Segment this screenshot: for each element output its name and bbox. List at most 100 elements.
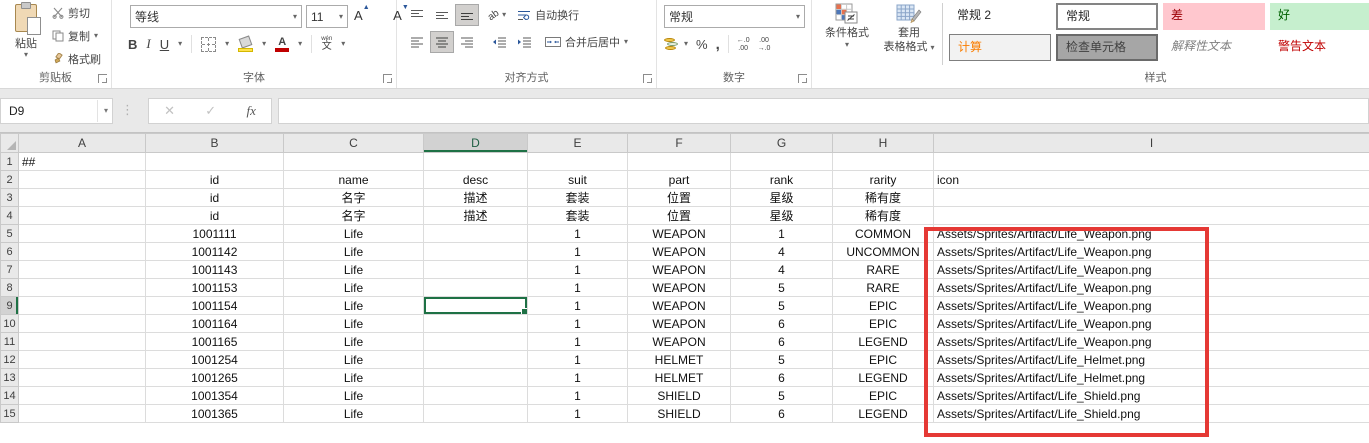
cell-H3[interactable]: 稀有度 bbox=[833, 189, 934, 207]
font-name-caret-icon[interactable]: ▾ bbox=[293, 13, 297, 21]
cell-I14[interactable]: Assets/Sprites/Artifact/Life_Shield.png bbox=[934, 387, 1369, 405]
cell-I10[interactable]: Assets/Sprites/Artifact/Life_Weapon.png bbox=[934, 315, 1369, 333]
column-header-F[interactable]: F bbox=[628, 134, 731, 153]
cell-E9[interactable]: 1 bbox=[528, 297, 628, 315]
cell-B15[interactable]: 1001365 bbox=[146, 405, 284, 423]
cell-F15[interactable]: SHIELD bbox=[628, 405, 731, 423]
cell-I3[interactable] bbox=[934, 189, 1369, 207]
cell-D5[interactable] bbox=[424, 225, 528, 243]
percent-style-button[interactable]: % bbox=[696, 37, 708, 52]
number-dialog-launcher[interactable] bbox=[798, 74, 807, 83]
cell-H9[interactable]: EPIC bbox=[833, 297, 934, 315]
cell-D4[interactable]: 描述 bbox=[424, 207, 528, 225]
row-header-2[interactable]: 2 bbox=[1, 171, 19, 189]
cell-H7[interactable]: RARE bbox=[833, 261, 934, 279]
cell-style-good[interactable]: 好 bbox=[1270, 3, 1369, 30]
cell-F13[interactable]: HELMET bbox=[628, 369, 731, 387]
cell-A7[interactable] bbox=[19, 261, 146, 279]
cell-I4[interactable] bbox=[934, 207, 1369, 225]
cell-E10[interactable]: 1 bbox=[528, 315, 628, 333]
cell-F14[interactable]: SHIELD bbox=[628, 387, 731, 405]
cell-G14[interactable]: 5 bbox=[731, 387, 833, 405]
cell-C8[interactable]: Life bbox=[284, 279, 424, 297]
orientation-button[interactable]: ab ▾ bbox=[488, 10, 506, 21]
column-header-I[interactable]: I bbox=[934, 134, 1369, 153]
copy-caret-icon[interactable]: ▾ bbox=[94, 32, 98, 40]
cell-A13[interactable] bbox=[19, 369, 146, 387]
row-header-3[interactable]: 3 bbox=[1, 189, 19, 207]
cell-E15[interactable]: 1 bbox=[528, 405, 628, 423]
cell-D12[interactable] bbox=[424, 351, 528, 369]
borders-button[interactable] bbox=[201, 37, 216, 52]
font-dialog-launcher[interactable] bbox=[383, 74, 392, 83]
accounting-format-button[interactable]: ▾ bbox=[664, 37, 688, 51]
cell-I9[interactable]: Assets/Sprites/Artifact/Life_Weapon.png bbox=[934, 297, 1369, 315]
cell-B13[interactable]: 1001265 bbox=[146, 369, 284, 387]
paste-caret-icon[interactable]: ▾ bbox=[24, 51, 28, 59]
cell-D10[interactable] bbox=[424, 315, 528, 333]
cell-G15[interactable]: 6 bbox=[731, 405, 833, 423]
orientation-caret-icon[interactable]: ▾ bbox=[502, 11, 506, 19]
row-header-1[interactable]: 1 bbox=[1, 153, 19, 171]
underline-button[interactable]: U bbox=[160, 37, 169, 52]
column-header-C[interactable]: C bbox=[284, 134, 424, 153]
cancel-button[interactable]: ✕ bbox=[164, 103, 175, 119]
cell-F10[interactable]: WEAPON bbox=[628, 315, 731, 333]
cell-D2[interactable]: desc bbox=[424, 171, 528, 189]
cell-H14[interactable]: EPIC bbox=[833, 387, 934, 405]
cell-style-normal-2[interactable]: 常规 2 bbox=[949, 3, 1051, 30]
cell-A6[interactable] bbox=[19, 243, 146, 261]
cell-I6[interactable]: Assets/Sprites/Artifact/Life_Weapon.png bbox=[934, 243, 1369, 261]
cell-H1[interactable] bbox=[833, 153, 934, 171]
cell-I15[interactable]: Assets/Sprites/Artifact/Life_Shield.png bbox=[934, 405, 1369, 423]
cell-G10[interactable]: 6 bbox=[731, 315, 833, 333]
cell-C2[interactable]: name bbox=[284, 171, 424, 189]
cell-A10[interactable] bbox=[19, 315, 146, 333]
cell-style-bad[interactable]: 差 bbox=[1163, 3, 1265, 30]
cell-C10[interactable]: Life bbox=[284, 315, 424, 333]
underline-caret-icon[interactable]: ▾ bbox=[178, 40, 182, 48]
cell-E1[interactable] bbox=[528, 153, 628, 171]
cell-G2[interactable]: rank bbox=[731, 171, 833, 189]
align-left-button[interactable] bbox=[405, 31, 429, 53]
cell-G6[interactable]: 4 bbox=[731, 243, 833, 261]
cell-style-normal[interactable]: 常规 bbox=[1056, 3, 1158, 30]
cell-F2[interactable]: part bbox=[628, 171, 731, 189]
cell-H4[interactable]: 稀有度 bbox=[833, 207, 934, 225]
cell-G12[interactable]: 5 bbox=[731, 351, 833, 369]
cell-A12[interactable] bbox=[19, 351, 146, 369]
cell-C12[interactable]: Life bbox=[284, 351, 424, 369]
paste-button[interactable]: 粘贴 ▾ bbox=[5, 4, 47, 64]
select-all-button[interactable] bbox=[1, 134, 19, 153]
cell-D13[interactable] bbox=[424, 369, 528, 387]
cell-H5[interactable]: COMMON bbox=[833, 225, 934, 243]
cell-I7[interactable]: Assets/Sprites/Artifact/Life_Weapon.png bbox=[934, 261, 1369, 279]
decrease-decimal-button[interactable]: .00→.0 bbox=[758, 37, 771, 52]
number-format-combo[interactable]: 常规 ▾ bbox=[664, 5, 805, 28]
align-middle-button[interactable] bbox=[430, 4, 454, 26]
cell-C14[interactable]: Life bbox=[284, 387, 424, 405]
cell-I2[interactable]: icon bbox=[934, 171, 1369, 189]
row-header-4[interactable]: 4 bbox=[1, 207, 19, 225]
column-header-E[interactable]: E bbox=[528, 134, 628, 153]
align-top-button[interactable] bbox=[405, 4, 429, 26]
cell-F6[interactable]: WEAPON bbox=[628, 243, 731, 261]
conditional-formatting-caret-icon[interactable]: ▾ bbox=[845, 41, 849, 49]
copy-button[interactable]: 复制 ▾ bbox=[52, 28, 101, 44]
row-header-11[interactable]: 11 bbox=[1, 333, 19, 351]
cell-I1[interactable] bbox=[934, 153, 1369, 171]
format-as-table-button[interactable]: 套用 表格格式 ▾ bbox=[878, 3, 940, 55]
cell-B11[interactable]: 1001165 bbox=[146, 333, 284, 351]
cell-C6[interactable]: Life bbox=[284, 243, 424, 261]
cell-D1[interactable] bbox=[424, 153, 528, 171]
cell-C4[interactable]: 名字 bbox=[284, 207, 424, 225]
align-right-button[interactable] bbox=[455, 31, 479, 53]
format-painter-button[interactable]: 格式刷 bbox=[52, 51, 101, 67]
font-name-combo[interactable]: 等线 ▾ bbox=[130, 5, 302, 28]
row-header-5[interactable]: 5 bbox=[1, 225, 19, 243]
cell-C1[interactable] bbox=[284, 153, 424, 171]
row-header-6[interactable]: 6 bbox=[1, 243, 19, 261]
row-header-14[interactable]: 14 bbox=[1, 387, 19, 405]
cell-C15[interactable]: Life bbox=[284, 405, 424, 423]
cell-H15[interactable]: LEGEND bbox=[833, 405, 934, 423]
